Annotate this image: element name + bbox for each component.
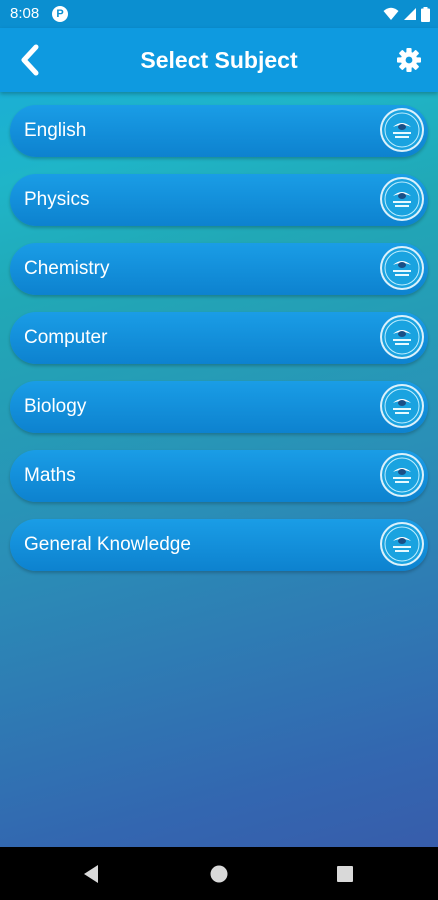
system-nav-bar xyxy=(0,847,438,900)
app-notification-icon: P xyxy=(52,6,68,22)
subject-logo-icon xyxy=(380,246,424,290)
settings-button[interactable] xyxy=(396,47,422,73)
subject-item-biology[interactable]: Biology xyxy=(10,381,428,433)
page-title: Select Subject xyxy=(140,47,298,73)
subject-label: General Knowledge xyxy=(24,534,191,555)
subject-item-computer[interactable]: Computer xyxy=(10,312,428,364)
subject-label: Computer xyxy=(24,327,108,348)
subject-label: Physics xyxy=(24,189,90,210)
subject-item-maths[interactable]: Maths xyxy=(10,450,428,502)
recents-square-icon xyxy=(337,866,353,882)
subject-label: Chemistry xyxy=(24,258,110,279)
subject-item-physics[interactable]: Physics xyxy=(10,174,428,226)
subject-logo-icon xyxy=(380,453,424,497)
subject-label: English xyxy=(24,120,87,141)
gear-icon xyxy=(397,48,421,72)
status-icons xyxy=(383,6,430,22)
subject-logo-icon xyxy=(380,315,424,359)
nav-home-button[interactable] xyxy=(207,862,231,886)
wifi-icon xyxy=(383,7,399,20)
status-bar: 8:08 P xyxy=(0,0,438,28)
subject-logo-icon xyxy=(380,522,424,566)
subject-logo-icon xyxy=(380,177,424,221)
home-circle-icon xyxy=(210,865,228,883)
subject-logo-icon xyxy=(380,384,424,428)
subject-item-english[interactable]: English xyxy=(10,105,428,157)
nav-recents-button[interactable] xyxy=(333,862,357,886)
subject-label: Maths xyxy=(24,465,76,486)
nav-back-button[interactable] xyxy=(80,862,104,886)
subject-logo-icon xyxy=(380,108,424,152)
status-time: 8:08 xyxy=(10,5,40,22)
back-triangle-icon xyxy=(84,865,98,883)
app-bar: Select Subject xyxy=(0,28,438,92)
battery-icon xyxy=(421,6,430,22)
back-button[interactable] xyxy=(14,42,48,78)
subject-label: Biology xyxy=(24,396,87,417)
subject-list: English Physics Chemistry Computer Biolo… xyxy=(10,105,428,588)
subject-item-general-knowledge[interactable]: General Knowledge xyxy=(10,519,428,571)
signal-icon xyxy=(404,8,416,20)
chevron-left-icon xyxy=(21,44,39,76)
subject-item-chemistry[interactable]: Chemistry xyxy=(10,243,428,295)
